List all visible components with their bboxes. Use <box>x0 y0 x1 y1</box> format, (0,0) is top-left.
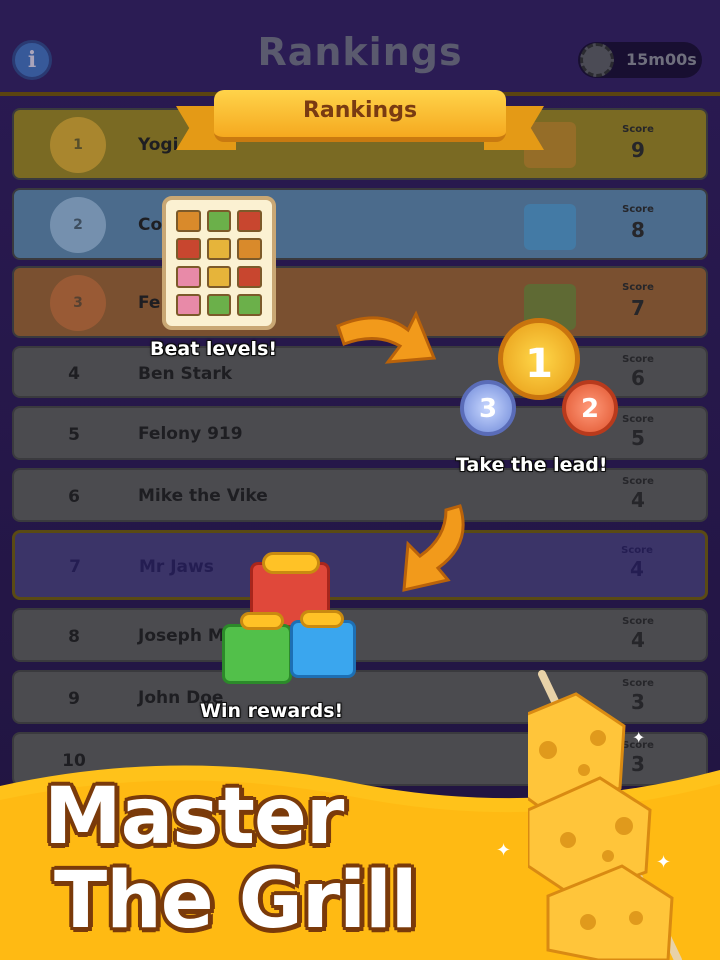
skewer-tray <box>206 238 232 260</box>
gift-bow <box>262 552 320 574</box>
medal-bronze-icon: 2 <box>562 380 618 436</box>
skewer-tray <box>237 294 262 316</box>
game-screen: i Rankings 15m00s 1 Yogi Score 9 2 Co Sc… <box>0 0 720 960</box>
skewer-tray <box>176 210 201 232</box>
rank-number: 9 <box>68 689 80 709</box>
clock-icon <box>580 43 614 77</box>
gift-icon <box>524 204 576 250</box>
skewer-tray <box>176 294 201 316</box>
timer-value: 15m00s <box>626 50 697 69</box>
step-label-win-rewards: Win rewards! <box>200 700 344 722</box>
medal-silver-icon: 3 <box>460 380 516 436</box>
event-timer: 15m00s <box>578 42 702 78</box>
score-label: Score <box>621 545 653 556</box>
step-label-beat-levels: Beat levels! <box>150 338 278 360</box>
arrow-icon <box>402 504 465 592</box>
medal-bronze-icon: 3 <box>50 275 106 331</box>
skewer-tray <box>206 210 232 232</box>
score-label: Score <box>622 354 654 365</box>
headline-line-1: Master <box>44 772 344 862</box>
sparkle-icon: ✦ <box>496 840 512 861</box>
medal-silver-icon: 2 <box>50 197 106 253</box>
score-value: 6 <box>631 366 645 390</box>
arrow-icon <box>336 310 437 364</box>
player-name: Fe <box>138 293 161 313</box>
score-label: Score <box>622 282 654 293</box>
cheese-skewer-icon <box>528 670 682 960</box>
skewer-tray <box>237 210 262 232</box>
rank-number: 7 <box>69 557 81 577</box>
score-value: 8 <box>631 218 645 242</box>
rank-number: 4 <box>68 364 80 384</box>
player-name: Co <box>138 215 163 235</box>
player-name: Ben Stark <box>138 364 233 384</box>
gift-icon <box>222 624 292 684</box>
medal-gold-icon: 1 <box>498 318 580 400</box>
top-bar: i Rankings 15m00s <box>0 0 720 96</box>
gift-bow <box>240 612 284 630</box>
skewer-tray <box>237 266 262 288</box>
score-value: 9 <box>631 138 645 162</box>
skewer-tray <box>206 294 232 316</box>
skewer-tray <box>237 238 262 260</box>
step-label-take-lead: Take the lead! <box>456 454 608 476</box>
score-label: Score <box>622 204 654 215</box>
player-name: Mr Jaws <box>139 557 214 577</box>
rank-number: 6 <box>68 487 80 507</box>
rank-number: 8 <box>68 627 80 647</box>
score-value: 5 <box>631 426 645 450</box>
title-ribbon: Rankings <box>214 90 506 142</box>
score-value: 4 <box>630 557 644 581</box>
score-label: Score <box>622 476 654 487</box>
player-name: Felony 919 <box>138 424 243 444</box>
table-row: 6 Mike the Vike Score 4 <box>12 468 708 522</box>
ribbon-label: Rankings <box>302 98 418 123</box>
sparkle-icon: ✦ <box>632 728 646 747</box>
skewer-tray <box>176 266 201 288</box>
score-value: 7 <box>631 296 645 320</box>
table-row: 8 Joseph M Score 4 <box>12 608 708 662</box>
player-name: Mike the Vike <box>138 486 268 506</box>
rank-number: 5 <box>68 425 80 445</box>
score-label: Score <box>622 124 654 135</box>
level-board-thumbnail <box>162 196 276 330</box>
table-row: 2 Co Score 8 <box>12 188 708 260</box>
score-value: 4 <box>631 488 645 512</box>
headline-line-2: The Grill <box>54 856 417 946</box>
gift-icon <box>290 620 356 678</box>
player-name: Yogi <box>138 135 179 155</box>
gift-bow <box>300 610 344 628</box>
score-label: Score <box>622 616 654 627</box>
skewer-tray <box>176 238 201 260</box>
skewer-tray <box>206 266 232 288</box>
table-row-current-player: 7 Mr Jaws Score 4 <box>12 530 708 600</box>
score-value: 4 <box>631 628 645 652</box>
player-name: Joseph M <box>138 626 225 646</box>
sparkle-icon: ✦ <box>656 852 672 873</box>
score-label: Score <box>622 414 654 425</box>
medal-gold-icon: 1 <box>50 117 106 173</box>
